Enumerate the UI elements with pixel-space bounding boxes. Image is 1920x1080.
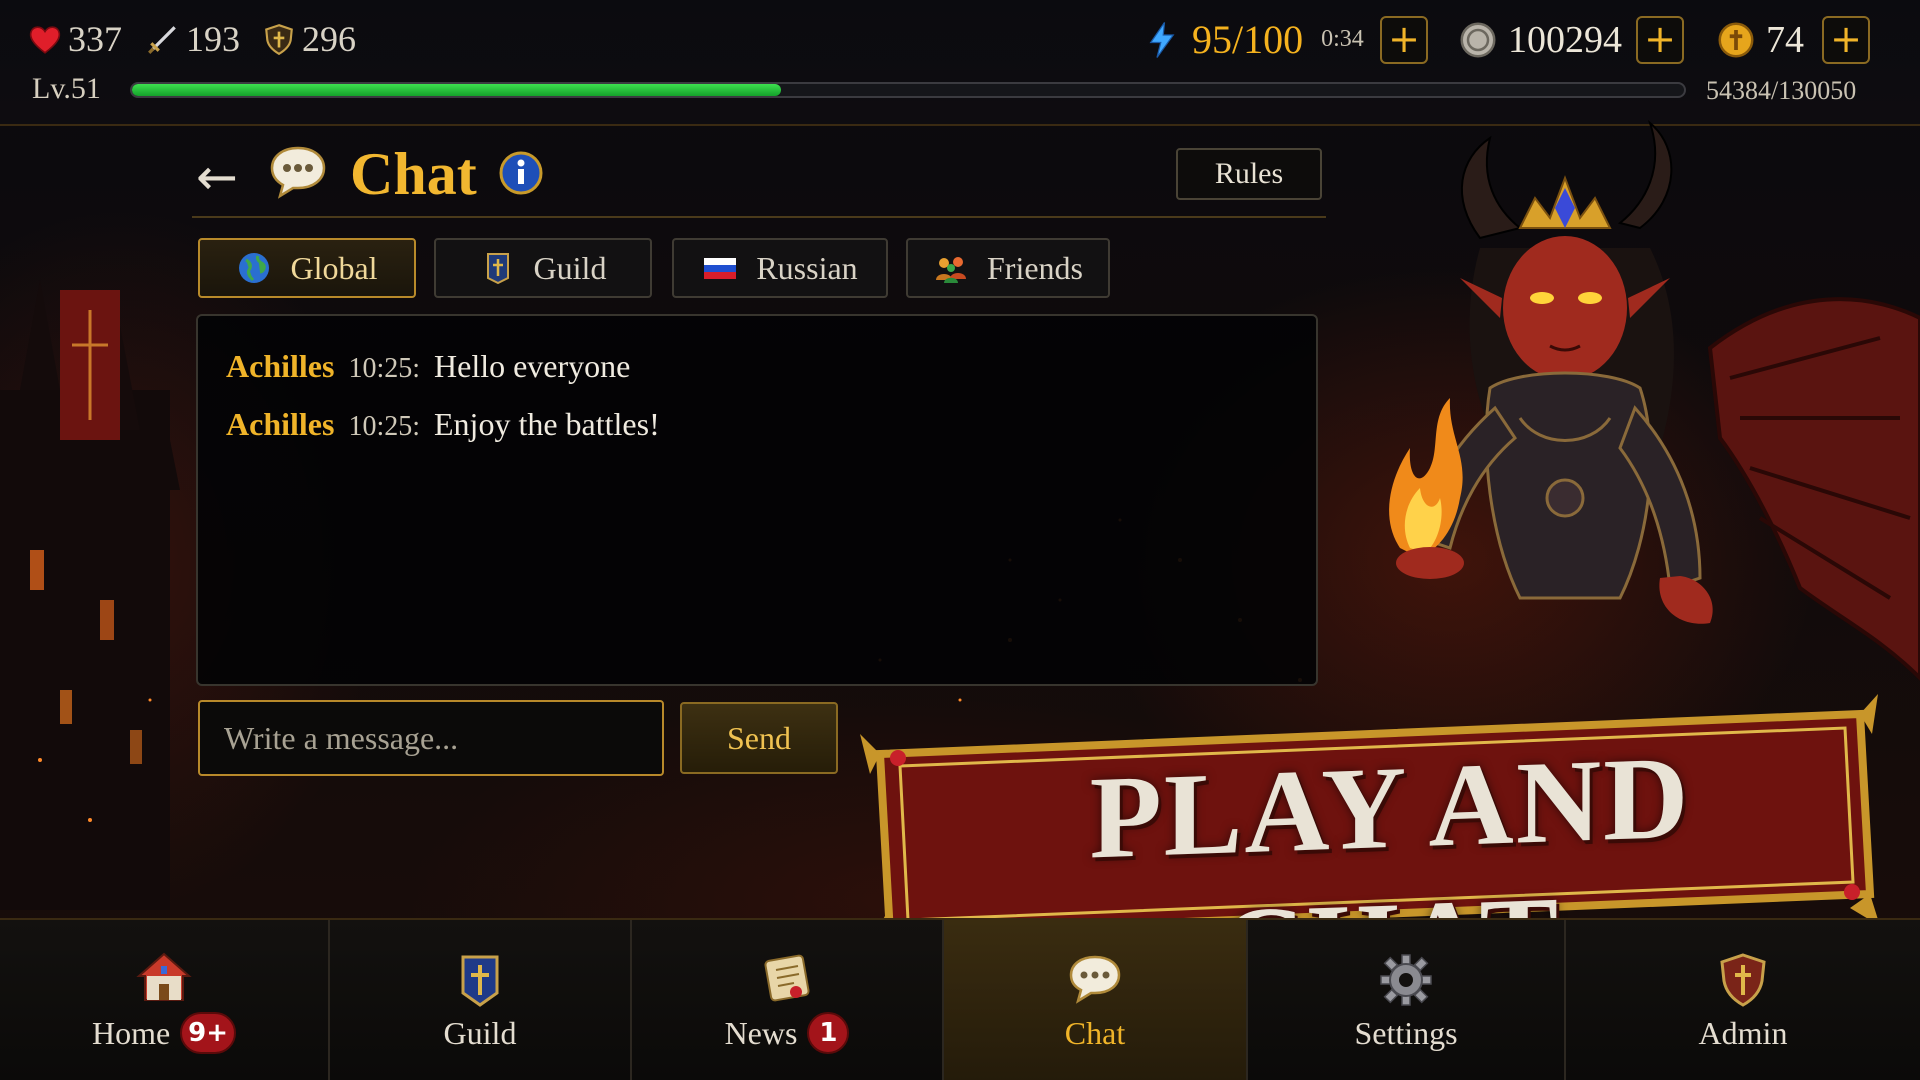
chat-message-list[interactable]: Achilles 10:25: Hello everyone Achilles … [196, 314, 1318, 686]
message-text: Enjoy the battles! [434, 406, 660, 442]
russia-flag-icon [704, 258, 737, 279]
bottom-navigation: Home 9+ Guild News 1 Chat Settings Admin [0, 918, 1920, 1080]
notification-badge: 9+ [180, 1012, 237, 1054]
level-label: Lv.51 [32, 72, 101, 105]
nav-settings[interactable]: Settings [1248, 920, 1566, 1080]
shield-icon [265, 24, 293, 56]
add-coins-button[interactable]: + [1636, 16, 1684, 64]
guild-banner-icon [486, 253, 509, 285]
info-icon[interactable] [498, 150, 544, 196]
nav-home-label: Home [91, 1014, 171, 1051]
friends-icon [936, 257, 966, 283]
nav-news-label: News [724, 1014, 798, 1051]
scroll-icon [764, 954, 810, 1002]
add-energy-button[interactable]: + [1380, 16, 1428, 64]
chat-bubble-icon [270, 146, 326, 199]
gems-value: 74 [1766, 19, 1804, 61]
tab-russian-label: Russian [756, 249, 858, 286]
xp-progress-fill [132, 84, 782, 96]
guild-icon [461, 955, 499, 1007]
gems-stat: 74 [1716, 18, 1804, 62]
coins-stat: 100294 [1458, 18, 1622, 62]
admin-shield-icon [1720, 952, 1766, 1007]
tab-guild-label: Guild [533, 249, 607, 286]
nav-settings-label: Settings [1354, 1014, 1458, 1051]
demon-character-illustration [1389, 119, 1920, 681]
health-value: 337 [68, 19, 122, 59]
nav-admin-label: Admin [1698, 1014, 1788, 1051]
nav-guild-label: Guild [443, 1014, 517, 1051]
message-input[interactable] [198, 700, 664, 776]
message-time: 10:25: [348, 353, 420, 384]
message-username[interactable]: Achilles [226, 348, 334, 385]
tab-friends[interactable]: Friends [906, 238, 1110, 298]
chat-message: Achilles 10:25: Hello everyone [226, 348, 630, 385]
coin-icon [1460, 22, 1496, 58]
nav-home[interactable]: Home 9+ [0, 920, 330, 1080]
xp-value: 54384/130050 [1706, 76, 1857, 105]
globe-icon [239, 253, 270, 283]
chat-bubble-icon [1069, 955, 1121, 1004]
back-button[interactable]: ← [196, 148, 238, 206]
chat-message: Achilles 10:25: Enjoy the battles! [226, 406, 660, 443]
send-button[interactable]: Send [680, 702, 838, 774]
attack-value: 193 [186, 19, 240, 59]
message-username[interactable]: Achilles [226, 406, 334, 443]
nav-admin[interactable]: Admin [1566, 920, 1920, 1080]
energy-stat: 95/100 0:34 [1142, 16, 1364, 63]
energy-timer: 0:34 [1321, 26, 1364, 52]
tab-russian[interactable]: Russian [672, 238, 888, 298]
notification-badge: 1 [807, 1012, 850, 1054]
message-text: Hello everyone [434, 348, 631, 384]
home-icon [136, 952, 192, 1001]
message-time: 10:25: [348, 411, 420, 442]
coins-value: 100294 [1508, 19, 1622, 61]
nav-news[interactable]: News 1 [632, 920, 944, 1080]
tab-global-label: Global [290, 249, 378, 286]
attack-stat: 193 [146, 18, 240, 60]
gothic-castle-illustration [0, 280, 180, 910]
header-divider [192, 216, 1326, 218]
xp-progress-bar [130, 82, 1686, 98]
defense-stat: 296 [262, 18, 356, 60]
sword-icon [148, 26, 176, 54]
lightning-icon [1149, 21, 1175, 58]
gold-token-icon [1718, 22, 1754, 58]
add-gems-button[interactable]: + [1822, 16, 1870, 64]
tab-global[interactable]: Global [198, 238, 416, 298]
heart-icon [29, 26, 61, 54]
nav-chat[interactable]: Chat [944, 920, 1248, 1080]
defense-value: 296 [302, 19, 356, 59]
tab-friends-label: Friends [987, 249, 1083, 286]
nav-chat-label: Chat [1064, 1014, 1126, 1051]
page-title: Chat [350, 141, 477, 207]
health-stat: 337 [28, 18, 122, 60]
nav-guild[interactable]: Guild [330, 920, 632, 1080]
energy-value: 95/100 [1192, 17, 1304, 62]
gear-icon [1380, 953, 1432, 1006]
tab-guild[interactable]: Guild [434, 238, 652, 298]
